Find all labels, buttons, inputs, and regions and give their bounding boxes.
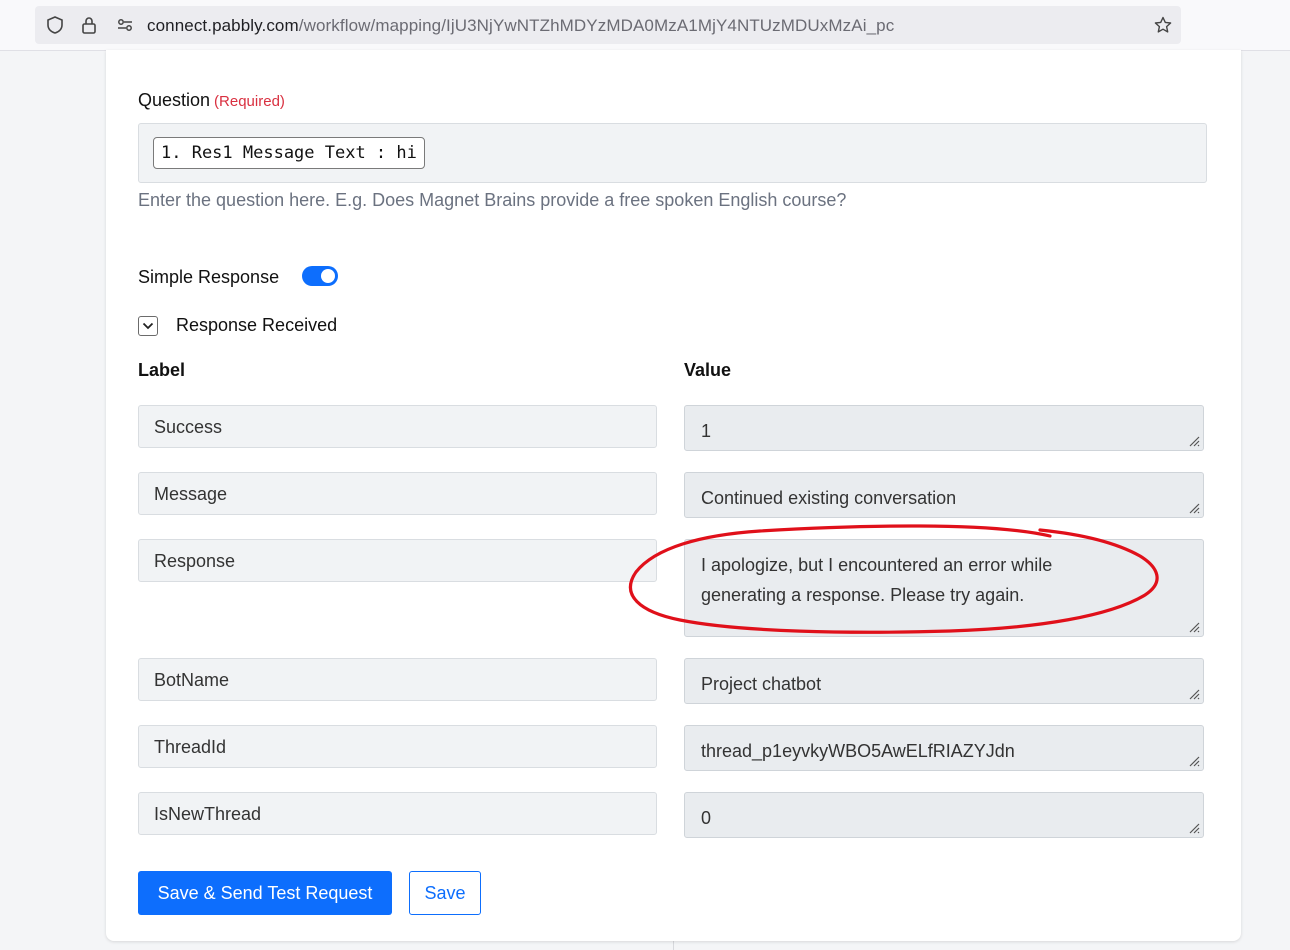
resize-grip-icon[interactable] <box>1187 434 1200 447</box>
label-field-isnewthread[interactable]: IsNewThread <box>138 792 657 835</box>
label-field-response[interactable]: Response <box>138 539 657 582</box>
simple-response-label: Simple Response <box>138 267 280 287</box>
column-divider <box>673 941 674 950</box>
value-field-message[interactable]: Continued existing conversation <box>684 472 1204 518</box>
response-received-label: Response Received <box>176 315 338 335</box>
value-field-threadid[interactable]: thread_p1eyvkyWBO5AwELfRIAZYJdn <box>684 725 1204 771</box>
value-text: I apologize, but I encountered an error … <box>701 555 1053 605</box>
response-received-collapse-button[interactable] <box>138 316 158 336</box>
question-label-text: Question <box>138 90 211 110</box>
label-column-header: Label <box>138 360 186 380</box>
question-label: Question (Required) <box>138 90 285 111</box>
browser-toolbar: connect.pabbly.com/workflow/mapping/IjU3… <box>0 0 1290 51</box>
url-bar[interactable]: connect.pabbly.com/workflow/mapping/IjU3… <box>35 6 1181 44</box>
resize-grip-icon[interactable] <box>1187 821 1200 834</box>
value-text: Project chatbot <box>701 674 822 694</box>
shield-icon[interactable] <box>45 15 65 35</box>
value-text: 0 <box>701 808 712 828</box>
save-button[interactable]: Save <box>409 871 481 915</box>
url-text[interactable]: connect.pabbly.com/workflow/mapping/IjU3… <box>147 16 894 36</box>
toggle-knob <box>321 269 335 283</box>
question-help-text: Enter the question here. E.g. Does Magne… <box>138 190 847 210</box>
simple-response-toggle[interactable] <box>302 266 338 286</box>
url-path: /workflow/mapping/IjU3NjYwNTZhMDYzMDA0Mz… <box>298 16 895 35</box>
label-field-botname[interactable]: BotName <box>138 658 657 701</box>
mapping-card: Question (Required) 1. Res1 Message Text … <box>106 50 1241 941</box>
question-field[interactable]: 1. Res1 Message Text : hi <box>138 123 1207 183</box>
resize-grip-icon[interactable] <box>1187 501 1200 514</box>
value-field-isnewthread[interactable]: 0 <box>684 792 1204 838</box>
label-field-message[interactable]: Message <box>138 472 657 515</box>
url-host: connect.pabbly.com <box>147 16 299 35</box>
mapped-field-chip[interactable]: 1. Res1 Message Text : hi <box>153 137 425 169</box>
label-field-threadid[interactable]: ThreadId <box>138 725 657 768</box>
bookmark-star-icon[interactable] <box>1153 15 1173 35</box>
value-text: Continued existing conversation <box>701 488 957 508</box>
resize-grip-icon[interactable] <box>1187 620 1200 633</box>
save-and-send-test-request-button[interactable]: Save & Send Test Request <box>138 871 392 915</box>
chevron-down-icon <box>142 322 154 330</box>
value-text: 1 <box>701 421 712 441</box>
value-column-header: Value <box>684 360 732 380</box>
resize-grip-icon[interactable] <box>1187 754 1200 767</box>
permissions-icon[interactable] <box>115 15 135 35</box>
resize-grip-icon[interactable] <box>1187 687 1200 700</box>
value-text: thread_p1eyvkyWBO5AwELfRIAZYJdn <box>701 741 1015 761</box>
value-field-response[interactable]: I apologize, but I encountered an error … <box>684 539 1204 637</box>
lock-icon[interactable] <box>79 15 99 35</box>
required-marker: (Required) <box>214 93 285 110</box>
label-field-success[interactable]: Success <box>138 405 657 448</box>
value-field-botname[interactable]: Project chatbot <box>684 658 1204 704</box>
value-field-success[interactable]: 1 <box>684 405 1204 451</box>
